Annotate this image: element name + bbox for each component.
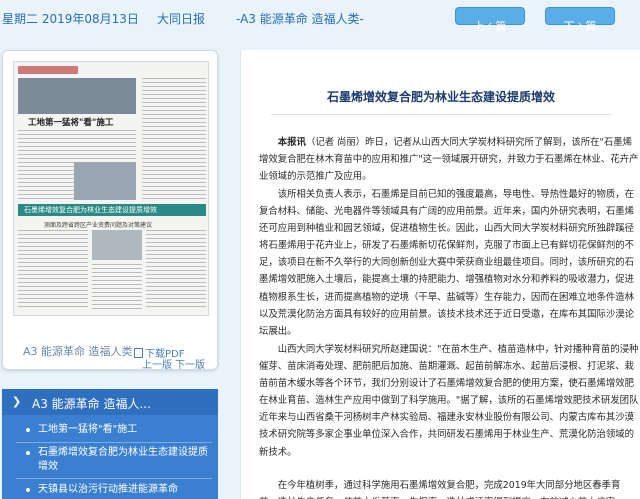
- bullet-icon: [26, 451, 30, 455]
- thumbnail-photo: [92, 230, 142, 260]
- bullet-icon: [26, 488, 30, 492]
- list-item-label: 石墨烯增效复合肥为林业生态建设提质增效: [38, 447, 208, 472]
- thumbnail-text-block: [146, 230, 206, 310]
- section-name: -A3 能源革命 造福人类-: [236, 12, 364, 26]
- thumbnail-text-block: [92, 264, 142, 310]
- list-item-label: 工地第一猛将"看"施工: [38, 424, 138, 435]
- thumbnail-photo: [18, 78, 136, 114]
- list-item[interactable]: 天镇县以治污行动推进能源革命: [2, 483, 218, 497]
- prev-article-label: 上一篇: [473, 20, 507, 33]
- list-divider: [16, 478, 212, 479]
- top-bar: 星期二 2019年08月13日 大同日报 -A3 能源革命 造福人类- ‹ 上一…: [0, 0, 640, 36]
- article-paragraph: 该所相关负责人表示，石墨烯是目前已知的强度最高，导电性、导热性最好的物质，在复合…: [259, 189, 635, 337]
- byline-lead: 本报讯: [277, 137, 306, 148]
- thumbnail-subheadline: 测面及跨省跨区产业资费问题及对策建议: [44, 222, 153, 229]
- list-item[interactable]: 石墨烯增效复合肥为林业生态建设提质增效: [2, 446, 218, 474]
- issue-date: 星期二 2019年08月13日: [2, 12, 139, 26]
- thumbnail-masthead: [18, 66, 78, 74]
- list-item-label: 天镇县以治污行动推进能源革命: [38, 484, 178, 495]
- section-article-list: ❯ A3 能源革命 造福人... 工地第一猛将"看"施工 石墨烯增效复合肥为林业…: [2, 389, 218, 499]
- page-thumbnail[interactable]: 工地第一猛将"看"施工 石墨烯增效复合肥为林业生态建设提质增效 测面及跨省跨区产…: [13, 61, 209, 316]
- article-paragraph: 山西大同大学炭材料研究所赵建国说："在苗木生产、植苗造林中，针对播种育苗的浸种催…: [259, 344, 639, 458]
- article-title: 石墨烯增效复合肥为林业生态建设提质增效: [326, 90, 555, 104]
- chevron-right-icon: ❯: [12, 395, 22, 408]
- thumbnail-text-block: [18, 230, 88, 310]
- title-divider: [271, 114, 611, 115]
- next-page-link[interactable]: 下一版: [175, 356, 205, 371]
- article-paragraph: 在今年植树季，通过科学施用石墨烯增效复合肥，完成2019年大同部分地区春季育苗、…: [259, 480, 625, 499]
- article-paragraph: 本报讯（记者 尚丽）昨日，记者从山西大同大学炭材料研究所了解到，该所在"石墨烯增…: [259, 134, 639, 185]
- prev-page-link[interactable]: 上一版: [142, 356, 172, 371]
- list-divider: [16, 442, 212, 443]
- thumbnail-band: 石墨烯增效复合肥为林业生态建设提质增效: [18, 204, 206, 216]
- next-article-button[interactable]: 下一篇 ›: [545, 7, 615, 33]
- section-list-title: A3 能源革命 造福人...: [32, 397, 151, 411]
- paper-name: 大同日报: [157, 12, 206, 26]
- article-panel: 石墨烯增效复合肥为林业生态建设提质增效 本报讯（记者 尚丽）昨日，记者从山西大同…: [240, 50, 640, 499]
- thumbnail-text-block: [142, 78, 206, 200]
- thumbnail-headline: 工地第一猛将"看"施工: [28, 118, 114, 128]
- thumbnail-photo: [74, 162, 136, 200]
- chevron-right-icon: ›: [577, 18, 583, 31]
- paragraph-text: （记者 尚丽）昨日，记者从山西大同大学炭材料研究所了解到，该所在"石墨烯增效复合…: [259, 137, 639, 183]
- thumbnail-caption: A3 能源革命 造福人类: [23, 345, 133, 358]
- prev-article-button[interactable]: ‹ 上一篇: [455, 7, 525, 33]
- bullet-icon: [26, 428, 30, 432]
- page-thumbnail-card: 工地第一猛将"看"施工 石墨烯增效复合肥为林业生态建设提质增效 测面及跨省跨区产…: [2, 50, 218, 371]
- list-item[interactable]: 工地第一猛将"看"施工: [2, 423, 218, 437]
- section-list-header[interactable]: ❯ A3 能源革命 造福人...: [2, 389, 218, 415]
